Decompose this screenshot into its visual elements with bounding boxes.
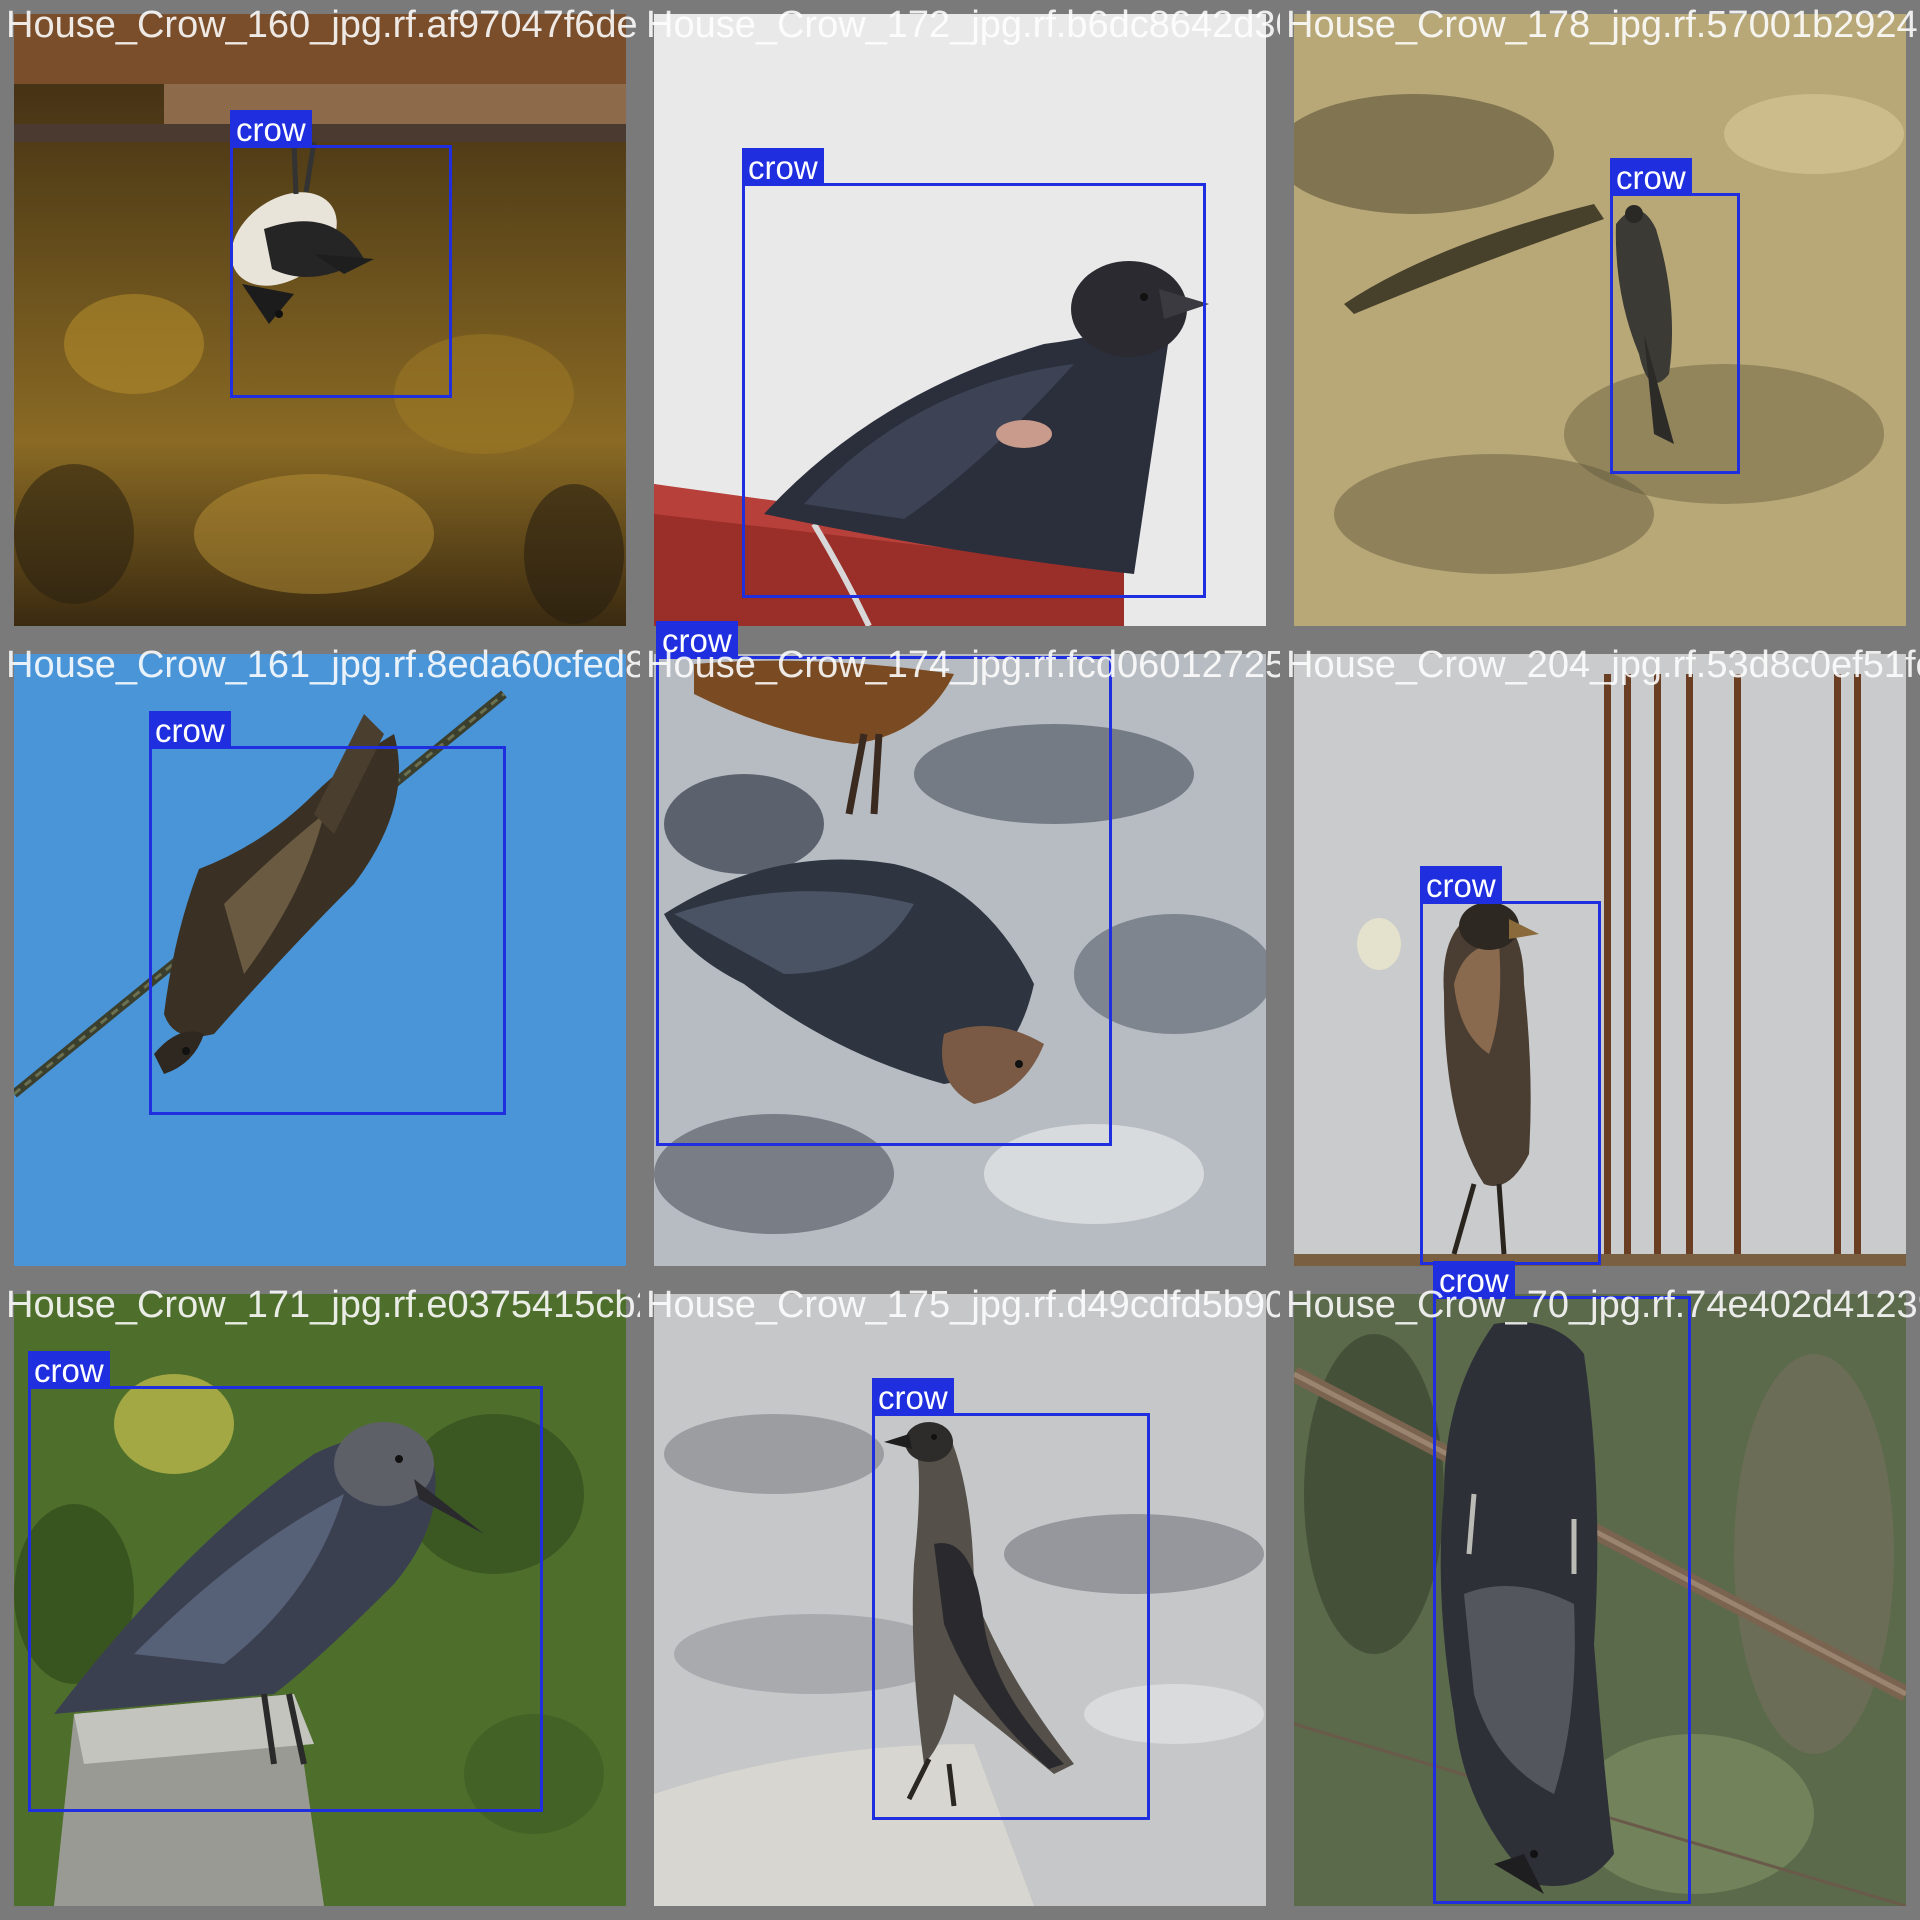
- detection-label: crow: [230, 110, 312, 148]
- image-filename: House_Crow_70_jpg.rf.74e402d41239: [1286, 1284, 1920, 1326]
- detection-box: crow: [742, 148, 1206, 598]
- detection-box: crow: [1433, 1261, 1691, 1904]
- image-filename: House_Crow_175_jpg.rf.d49cdfd5b90ab58e9a: [646, 1284, 1280, 1326]
- image-filename: House_Crow_172_jpg.rf.b6dc8642d30a026efd: [646, 4, 1280, 46]
- crow-photo: [1294, 14, 1906, 626]
- image-filename: House_Crow_171_jpg.rf.e0375415cb2b3e336: [6, 1284, 640, 1326]
- detection-box: crow: [28, 1351, 543, 1812]
- mosaic-tile: House_Crow_178_jpg.rf.57001b2924: [1280, 0, 1920, 640]
- detection-box: crow: [872, 1378, 1150, 1820]
- detection-label: crow: [149, 711, 231, 749]
- image-filename: House_Crow_161_jpg.rf.8eda60cfed8d: [6, 644, 640, 686]
- detection-label: crow: [1420, 866, 1502, 904]
- detection-label: crow: [1610, 158, 1692, 196]
- detection-label: crow: [872, 1378, 954, 1416]
- detection-label: crow: [742, 148, 824, 186]
- image-filename: House_Crow_160_jpg.rf.af97047f6deb: [6, 4, 640, 46]
- image-filename: House_Crow_178_jpg.rf.57001b2924: [1286, 4, 1918, 46]
- tile-photo: [1294, 14, 1906, 626]
- detection-box: crow: [149, 711, 506, 1115]
- detection-box: crow: [1610, 158, 1740, 474]
- detection-box: crow: [1420, 866, 1601, 1265]
- detection-box: crow: [656, 621, 1112, 1146]
- image-filename: House_Crow_204_jpg.rf.53d8c0ef51fe: [1286, 644, 1920, 686]
- image-filename: House_Crow_174_jpg.rf.fcd06012725a8ce502: [646, 644, 1280, 686]
- image-mosaic: House_Crow_160_jpg.rf.af97047f6deb House…: [0, 0, 1920, 1920]
- detection-label: crow: [28, 1351, 110, 1389]
- detection-box: crow: [230, 110, 452, 398]
